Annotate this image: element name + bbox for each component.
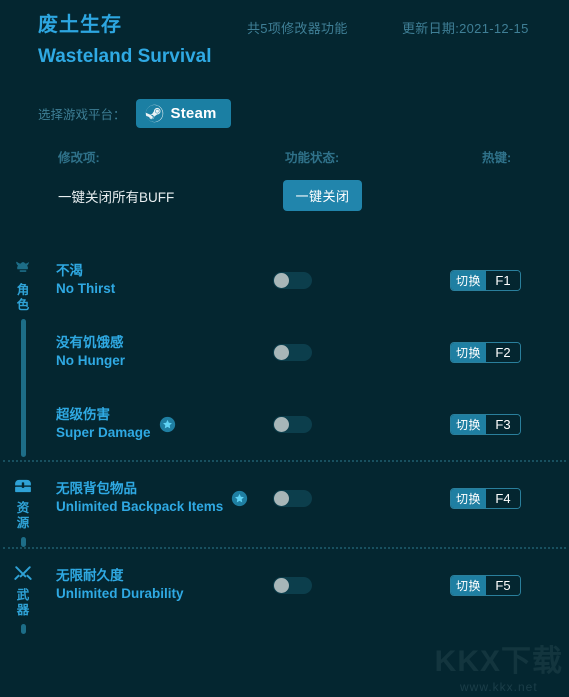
global-action-row: 一键关闭所有BUFF 一键关闭 [0,180,569,214]
cheat-toggle[interactable] [273,271,312,289]
section-body: 武器 无限耐久度 Unlimited Durability 切换 F5 [0,549,569,634]
cheat-names-text: 无限背包物品 Unlimited Backpack Items [56,480,223,516]
crossed-swords-icon [12,563,34,585]
cheat-names: 无限背包物品 Unlimited Backpack Items [56,480,248,516]
watermark-logo: KKX下载 [434,645,563,678]
toggle-knob [274,272,289,288]
cheat-names: 没有饥饿感 No Hunger [56,334,125,370]
cheat-names: 超级伤害 Super Damage [56,406,176,442]
cheat-row: 无限耐久度 Unlimited Durability 切换 F5 [46,549,569,621]
cheat-row: 无限背包物品 Unlimited Backpack Items 切换 F4 [46,462,569,534]
section-rail: 资源 [0,462,46,547]
hotkey-key-label: F4 [486,488,521,508]
section-label: 角色 [16,283,30,312]
section-label: 资源 [16,501,30,530]
section-rows: 无限背包物品 Unlimited Backpack Items 切换 F4 [46,462,569,547]
cheat-names-text: 超级伤害 Super Damage [56,406,151,442]
cheat-names: 无限耐久度 Unlimited Durability [56,567,184,603]
cheat-names-text: 不渴 No Thirst [56,262,115,298]
hotkey-button[interactable]: 切换 F4 [450,487,522,509]
section-body: 角色 不渴 No Thirst 切换 F1 没有饥饿感 No Hunger 切换 F2 超级伤害 S… [0,244,569,460]
game-title-en: Wasteland Survival [38,46,212,67]
cheat-name-cn: 不渴 [56,263,83,278]
cheat-names-text: 没有饥饿感 No Hunger [56,334,125,370]
hotkey-button[interactable]: 切换 F1 [450,269,522,291]
cheat-row: 超级伤害 Super Damage 切换 F3 [46,388,569,460]
cheat-row: 没有饥饿感 No Hunger 切换 F2 [46,316,569,388]
hotkey-key-label: F5 [486,575,521,595]
cheat-row: 不渴 No Thirst 切换 F1 [46,244,569,316]
game-title-cn: 废土生存 [38,14,122,36]
cheat-toggle[interactable] [273,489,312,507]
section-weapons: 武器 无限耐久度 Unlimited Durability 切换 F5 [0,547,569,634]
section-label: 武器 [16,588,30,617]
app-header: 废土生存 Wasteland Survival 共5项修改器功能 更新日期:20… [0,0,569,88]
star-icon [231,490,248,507]
hotkey-action-label: 切换 [451,488,487,508]
section-accent-bar [20,537,26,547]
section-accent-bar [20,624,26,634]
section-character: 角色 不渴 No Thirst 切换 F1 没有饥饿感 No Hunger 切换 F2 超级伤害 S… [0,244,569,460]
hotkey-key-label: F1 [486,270,521,290]
cheat-name-cn: 超级伤害 [56,407,110,422]
hotkey-button[interactable]: 切换 F5 [450,574,522,596]
hotkey-action-label: 切换 [451,270,487,290]
hotkey-button[interactable]: 切换 F2 [450,341,522,363]
cheat-toggle[interactable] [273,576,312,594]
platform-selector: 选择游戏平台： Steam [38,98,231,128]
hotkey-button[interactable]: 切换 F3 [450,413,522,435]
column-header-item: 修改项: [58,151,100,165]
character-icon [12,258,34,280]
toggle-knob [274,416,289,432]
close-all-buffs-button[interactable]: 一键关闭 [283,180,362,211]
cheat-names: 不渴 No Thirst [56,262,115,298]
star-icon [159,416,176,433]
cheat-name-cn: 无限耐久度 [56,568,124,583]
cheat-toggle[interactable] [273,343,312,361]
platform-steam-button[interactable]: Steam [135,98,231,128]
feature-count-label: 共5项修改器功能 [247,21,348,36]
title-block: 废土生存 Wasteland Survival [38,12,212,71]
column-header-hotkey: 热键: [482,151,512,165]
toggle-knob [274,577,289,593]
toggle-knob [274,490,289,506]
cheat-name-en: Unlimited Durability [56,586,184,601]
section-rail: 角色 [0,244,46,460]
hotkey-action-label: 切换 [451,575,487,595]
cheat-toggle[interactable] [273,415,312,433]
section-body: 资源 无限背包物品 Unlimited Backpack Items 切换 F4 [0,462,569,547]
column-headers: 修改项: 功能状态: 热键: [0,147,569,167]
chest-icon [12,476,34,498]
hotkey-key-label: F3 [486,414,521,434]
platform-name-label: Steam [170,104,217,122]
global-action-label: 一键关闭所有BUFF [58,190,175,205]
site-watermark: KKX下载 www.kkx.net [435,645,563,695]
hotkey-action-label: 切换 [451,414,487,434]
section-rows: 无限耐久度 Unlimited Durability 切换 F5 [46,549,569,634]
hotkey-action-label: 切换 [451,342,487,362]
cheat-name-cn: 无限背包物品 [56,481,137,496]
update-date-label: 更新日期:2021-12-15 [402,21,529,36]
column-header-status: 功能状态: [285,151,340,165]
cheat-names-text: 无限耐久度 Unlimited Durability [56,567,184,603]
platform-label: 选择游戏平台： [38,107,126,122]
cheat-name-en: No Hunger [56,353,125,368]
section-resources: 资源 无限背包物品 Unlimited Backpack Items 切换 F4 [0,460,569,547]
section-rows: 不渴 No Thirst 切换 F1 没有饥饿感 No Hunger 切换 F2 超级伤害 Sup… [46,244,569,460]
watermark-url: www.kkx.net [459,680,538,694]
cheat-sections: 角色 不渴 No Thirst 切换 F1 没有饥饿感 No Hunger 切换 F2 超级伤害 S… [0,244,569,634]
hotkey-key-label: F2 [486,342,521,362]
cheat-name-cn: 没有饥饿感 [56,335,124,350]
cheat-name-en: Super Damage [56,425,151,440]
section-rail: 武器 [0,549,46,634]
cheat-name-en: Unlimited Backpack Items [56,499,224,514]
toggle-knob [274,344,289,360]
cheat-name-en: No Thirst [56,281,116,296]
steam-icon [145,104,164,123]
section-accent-bar [20,319,26,457]
